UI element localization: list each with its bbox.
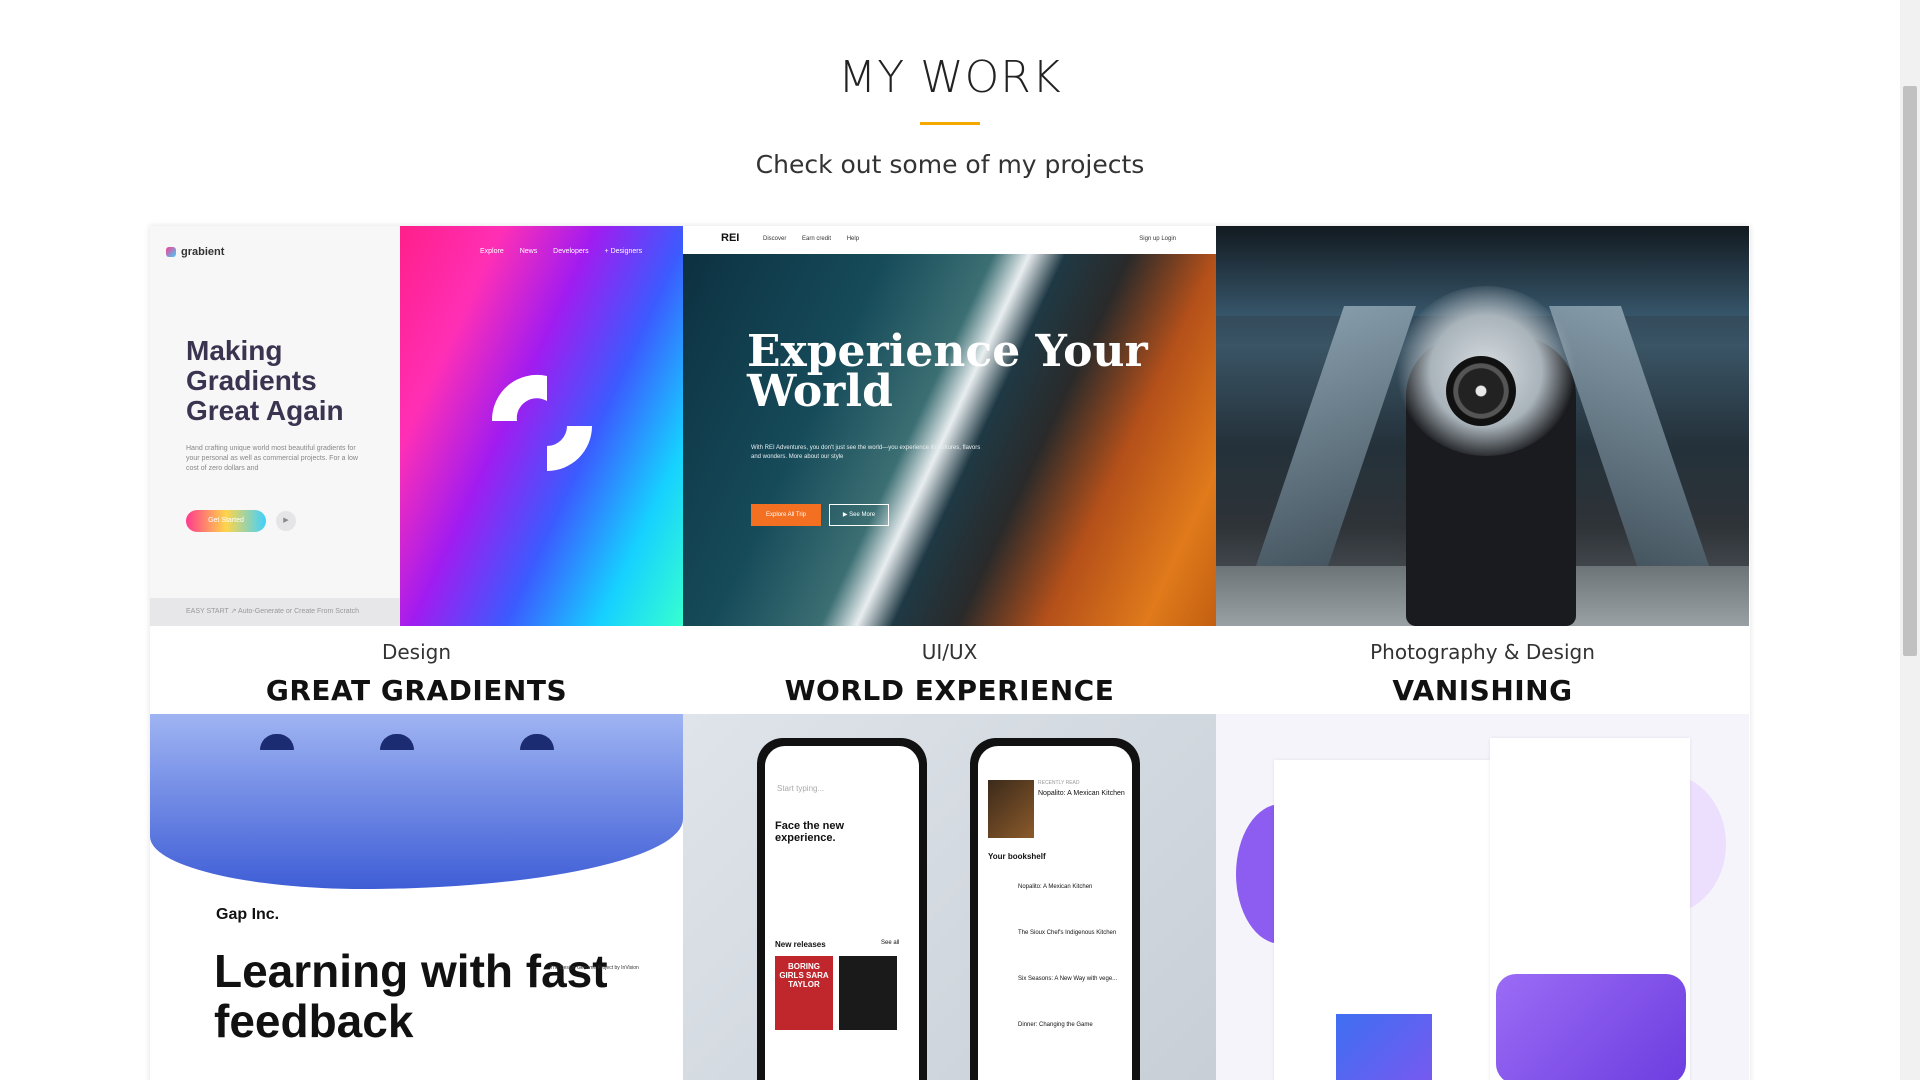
thumbnail-left-panel: grabient Making Gradients Great Again Ha… (150, 226, 400, 626)
project-card-gap[interactable]: Gap Inc. Learning with fast feedback The… (150, 714, 683, 1080)
shelf-item: Dinner: Changing the Game (1018, 1022, 1093, 1028)
portfolio-grid: grabient Making Gradients Great Again Ha… (150, 226, 1750, 1080)
project-card-vanishing[interactable]: Photography & Design VANISHING (1216, 226, 1749, 714)
nav-item: + Designers (604, 248, 643, 255)
nav-item: Discover (763, 236, 787, 242)
thumbnail-description: With REI Adventures, you don't just see … (751, 445, 981, 460)
project-category: UI/UX (921, 640, 978, 664)
lamp-icon (260, 734, 294, 750)
thumbnail-navbar: REI Discover Earn credit Help Sign up Lo… (683, 226, 1216, 254)
thumbnail-headline: Making Gradients Great Again (186, 335, 344, 426)
project-thumbnail[interactable]: grabient Making Gradients Great Again Ha… (150, 226, 683, 626)
nav-item: Help (846, 236, 860, 242)
world-thumbnail: REI Discover Earn credit Help Sign up Lo… (683, 226, 1216, 626)
lamp-icon (520, 734, 554, 750)
project-thumbnail[interactable]: REI Discover Earn credit Help Sign up Lo… (683, 226, 1216, 626)
thumbnail-footer: EASY START ↗ Auto-Generate or Create Fro… (150, 598, 400, 626)
grabient-g-icon (491, 374, 592, 471)
section-title: MY WORK (838, 52, 1062, 103)
office-illustration (150, 714, 683, 889)
promo-title: Face the new experience. (775, 820, 845, 844)
thumbnail-nav: Explore News Developers + Designers (480, 248, 656, 255)
book-app-thumbnail[interactable]: Start typing... Face the new experience.… (683, 714, 1216, 1080)
search-input: Start typing... (777, 784, 825, 793)
project-thumbnail[interactable] (1216, 226, 1749, 626)
thumbnail-cta: Explore All Trip (751, 504, 821, 526)
project-title[interactable]: WORLD EXPERIENCE (683, 674, 1216, 707)
play-icon: ▶ (276, 511, 296, 531)
isometric-illustration (1336, 1014, 1432, 1080)
scrollbar-thumb[interactable] (1903, 86, 1917, 656)
thumbnail-headline: Experience Your World (747, 326, 1148, 417)
vertical-scrollbar[interactable] (1900, 0, 1920, 1080)
escalator-left (1256, 306, 1416, 566)
rei-logo: REI (721, 232, 740, 244)
title-underline (920, 122, 980, 125)
section-subtitle: Check out some of my projects (755, 150, 1145, 179)
logo-text: grabient (181, 246, 225, 258)
thumbnail-nav: Discover Earn credit Help (763, 236, 873, 242)
project-card-book-app[interactable]: Start typing... Face the new experience.… (683, 714, 1216, 1080)
see-all-link: See all (881, 940, 900, 946)
gap-thumbnail[interactable]: Gap Inc. Learning with fast feedback The… (150, 714, 683, 1080)
gap-label: Gap Inc. (216, 906, 280, 923)
page: MY WORK Check out some of my projects gr… (0, 0, 1900, 1080)
project-category: Photography & Design (1370, 640, 1595, 664)
book-cover (839, 956, 897, 1030)
project-card-world-experience[interactable]: REI Discover Earn credit Help Sign up Lo… (683, 226, 1216, 714)
book-cover: BORING GIRLS SARA TAYLOR (775, 956, 833, 1030)
thumbnail-cta: Get Started (186, 510, 266, 532)
phone-screen: Start typing... Face the new experience.… (765, 746, 919, 1080)
recently-read-label: RECENTLY READ (1038, 780, 1080, 786)
landing-page-thumbnail[interactable] (1216, 714, 1749, 1080)
new-releases-label: New releases (775, 940, 826, 949)
phone-screen: RECENTLY READ Nopalito: A Mexican Kitche… (978, 746, 1132, 1080)
project-title[interactable]: VANISHING (1216, 674, 1749, 707)
project-card-great-gradients[interactable]: grabient Making Gradients Great Again Ha… (150, 226, 683, 714)
shelf-item: The Sioux Chef's Indigenous Kitchen (1018, 930, 1117, 936)
nav-item: Developers (553, 248, 589, 255)
gradient-panel: Explore News Developers + Designers (400, 226, 683, 626)
camera-lens-icon (1446, 356, 1516, 426)
project-title[interactable]: GREAT GRADIENTS (150, 674, 683, 707)
nav-item: Explore (480, 248, 504, 255)
phone-mockup: RECENTLY READ Nopalito: A Mexican Kitche… (970, 738, 1140, 1080)
lamp-icon (380, 734, 414, 750)
nav-item: Earn credit (802, 236, 832, 242)
footer-text: EASY START ↗ Auto-Generate or Create Fro… (186, 608, 360, 615)
bookshelf-label: Your bookshelf (988, 852, 1046, 861)
recent-book-title: Nopalito: A Mexican Kitchen (1038, 790, 1125, 797)
auth-links: Sign up Login (1139, 236, 1176, 242)
project-category: Design (381, 640, 452, 664)
project-card-purple-landing[interactable] (1216, 714, 1749, 1080)
book-cover (988, 780, 1034, 838)
thumbnail-description: Hand crafting unique world most beautifu… (186, 445, 358, 472)
shelf-item: Six Seasons: A New Way with vege... (1018, 976, 1118, 982)
thumbnail-secondary-cta: ▶ See More (829, 504, 889, 526)
shelf-item: Nopalito: A Mexican Kitchen (1018, 884, 1093, 890)
nav-item: News (519, 248, 538, 255)
thumbnail-headline: Learning with fast feedback (214, 945, 608, 1047)
decor-blob (1496, 974, 1686, 1080)
grabient-logo: grabient (166, 246, 224, 258)
thumbnail-note: The Design Genome Project by InVision (550, 965, 639, 971)
phone-mockup: Start typing... Face the new experience.… (757, 738, 927, 1080)
photographer-photo (1216, 226, 1749, 626)
